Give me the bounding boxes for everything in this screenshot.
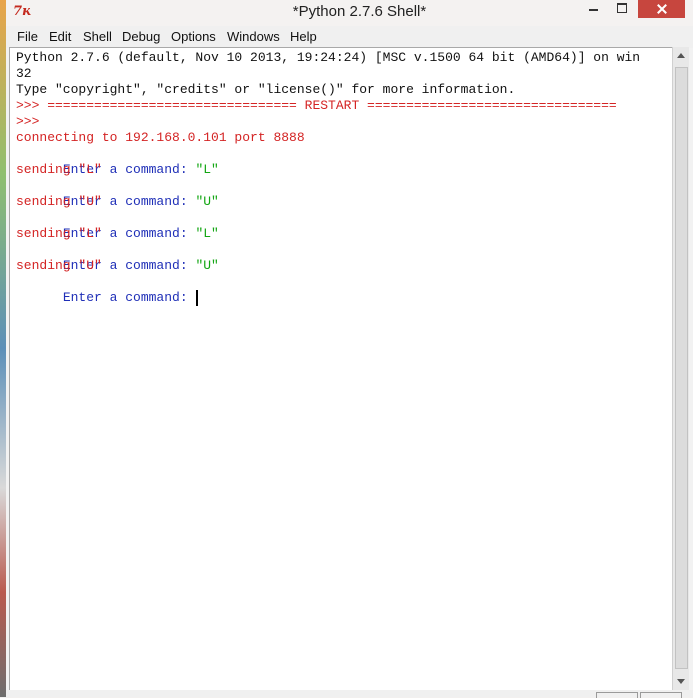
text-cursor: [196, 290, 199, 306]
minimize-icon[interactable]: [580, 0, 606, 18]
menu-debug[interactable]: Debug: [122, 29, 160, 44]
command-line-1: Enter a command: "L": [16, 146, 219, 177]
shell-text-area[interactable]: Python 2.7.6 (default, Nov 10 2013, 19:2…: [9, 47, 673, 692]
active-command-line[interactable]: Enter a command:: [16, 274, 199, 306]
command-prompt: Enter a command:: [62, 290, 196, 305]
scroll-down-icon[interactable]: [677, 679, 685, 684]
title-bar[interactable]: 7ĸ *Python 2.7.6 Shell*: [6, 0, 693, 26]
sending-line-4: sending "U": [16, 258, 102, 273]
menu-edit[interactable]: Edit: [49, 29, 71, 44]
status-line-field: [596, 692, 638, 698]
command-input: "U": [195, 258, 219, 273]
banner-line-2: 32: [16, 66, 32, 81]
menu-file[interactable]: File: [17, 29, 38, 44]
sending-line-2: sending "U": [16, 194, 102, 209]
menu-options[interactable]: Options: [171, 29, 216, 44]
prompt-line: >>>: [16, 114, 40, 129]
menu-help[interactable]: Help: [290, 29, 317, 44]
command-input: "U": [195, 194, 219, 209]
menu-windows[interactable]: Windows: [227, 29, 280, 44]
command-input: "L": [195, 226, 219, 241]
scrollbar-thumb[interactable]: [675, 67, 688, 669]
maximize-icon[interactable]: [609, 0, 635, 18]
command-line-2: Enter a command: "U": [16, 178, 219, 209]
sending-line-3: sending "L": [16, 226, 102, 241]
close-icon[interactable]: [638, 0, 685, 18]
menu-bar: File Edit Shell Debug Options Windows He…: [6, 26, 693, 48]
banner-line-1: Python 2.7.6 (default, Nov 10 2013, 19:2…: [16, 50, 641, 65]
banner-line-3: Type "copyright", "credits" or "license(…: [16, 82, 516, 97]
menu-shell[interactable]: Shell: [83, 29, 112, 44]
command-line-4: Enter a command: "U": [16, 242, 219, 273]
status-bar: [6, 690, 693, 698]
status-col-field: [640, 692, 682, 698]
sending-line-1: sending "L": [16, 162, 102, 177]
connecting-line: connecting to 192.168.0.101 port 8888: [16, 130, 305, 145]
restart-line: >>> ================================ RES…: [16, 98, 617, 113]
scroll-up-icon[interactable]: [677, 53, 685, 58]
vertical-scrollbar[interactable]: [672, 47, 689, 690]
python-shell-window: 7ĸ *Python 2.7.6 Shell* File Edit Shell …: [6, 0, 693, 698]
command-input: "L": [195, 162, 219, 177]
command-line-3: Enter a command: "L": [16, 210, 219, 241]
